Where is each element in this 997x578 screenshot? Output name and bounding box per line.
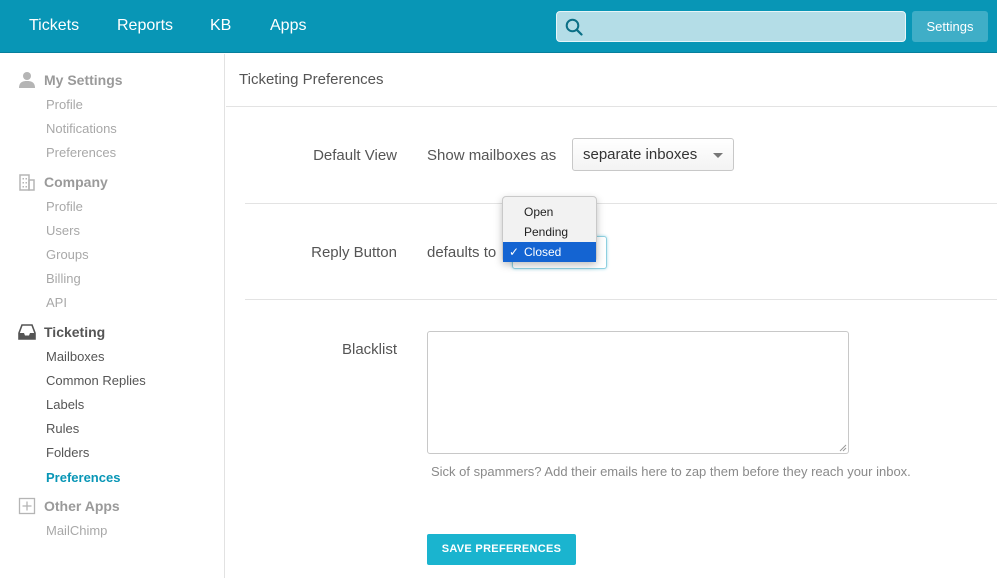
inbox-icon <box>18 324 36 340</box>
nav-reports[interactable]: Reports <box>117 17 173 35</box>
dropdown-option-pending[interactable]: Pending <box>503 222 596 242</box>
user-icon <box>19 72 35 88</box>
sidebar-item-users[interactable]: Users <box>46 223 80 238</box>
sidebar-item-preferences[interactable]: Preferences <box>46 145 116 160</box>
sidebar-section-my-settings[interactable]: My Settings <box>18 70 123 90</box>
reply-button-prefix: defaults to <box>427 244 497 261</box>
sidebar-item-common-replies[interactable]: Common Replies <box>46 373 146 388</box>
sidebar-item-ticketing-preferences[interactable]: Preferences <box>46 470 120 485</box>
sidebar-item-profile[interactable]: Profile <box>46 97 83 112</box>
building-icon <box>19 174 35 191</box>
nav-tickets[interactable]: Tickets <box>29 17 79 35</box>
option-label: Closed <box>524 245 562 259</box>
sidebar-item-company-profile[interactable]: Profile <box>46 199 83 214</box>
divider <box>226 106 997 107</box>
dropdown-option-closed[interactable]: ✓ Closed <box>503 242 596 262</box>
sidebar-section-label: Company <box>44 174 108 190</box>
nav-kb[interactable]: KB <box>210 17 231 35</box>
default-view-select[interactable]: separate inboxes <box>572 138 734 171</box>
sidebar-section-label: Ticketing <box>44 324 106 340</box>
sidebar-item-folders[interactable]: Folders <box>46 445 89 460</box>
search-input[interactable] <box>556 11 906 42</box>
sidebar-section-label: My Settings <box>44 72 123 88</box>
settings-button[interactable]: Settings <box>912 11 988 42</box>
option-label: Pending <box>524 225 569 239</box>
sidebar-section-other-apps[interactable]: Other Apps <box>18 496 120 516</box>
blacklist-textarea[interactable] <box>427 331 849 454</box>
sidebar-item-mailchimp[interactable]: MailChimp <box>46 523 107 538</box>
sidebar-item-billing[interactable]: Billing <box>46 271 81 286</box>
chevron-down-icon <box>713 153 723 158</box>
page-title: Ticketing Preferences <box>239 71 384 88</box>
sidebar-item-labels[interactable]: Labels <box>46 397 84 412</box>
blacklist-hint: Sick of spammers? Add their emails here … <box>431 464 911 479</box>
top-navigation-bar: Tickets Reports KB Apps Settings <box>0 0 997 53</box>
sidebar-section-company[interactable]: Company <box>18 172 108 192</box>
sidebar-item-notifications[interactable]: Notifications <box>46 121 117 136</box>
dropdown-option-open[interactable]: Open <box>503 202 596 222</box>
sidebar-item-groups[interactable]: Groups <box>46 247 89 262</box>
reply-button-dropdown-menu: Open Pending ✓ Closed <box>502 196 597 262</box>
divider <box>245 203 997 204</box>
sidebar-item-api[interactable]: API <box>46 295 67 310</box>
resize-handle-icon[interactable] <box>839 444 847 452</box>
reply-button-label: Reply Button <box>311 244 397 261</box>
settings-sidebar: My Settings Profile Notifications Prefer… <box>0 54 225 578</box>
default-view-label: Default View <box>313 147 397 164</box>
blacklist-label: Blacklist <box>341 341 397 358</box>
save-preferences-button[interactable]: SAVE PREFERENCES <box>427 534 576 565</box>
default-view-value: separate inboxes <box>583 146 698 163</box>
sidebar-item-mailboxes[interactable]: Mailboxes <box>46 349 105 364</box>
nav-apps[interactable]: Apps <box>270 17 306 35</box>
option-label: Open <box>524 205 554 219</box>
sidebar-section-ticketing[interactable]: Ticketing <box>18 322 105 342</box>
sidebar-item-rules[interactable]: Rules <box>46 421 79 436</box>
sidebar-section-label: Other Apps <box>44 498 120 514</box>
plus-box-icon <box>18 497 36 515</box>
divider <box>245 299 997 300</box>
checkmark-icon: ✓ <box>509 245 520 259</box>
search-icon <box>565 18 583 36</box>
default-view-prefix: Show mailboxes as <box>427 147 557 164</box>
